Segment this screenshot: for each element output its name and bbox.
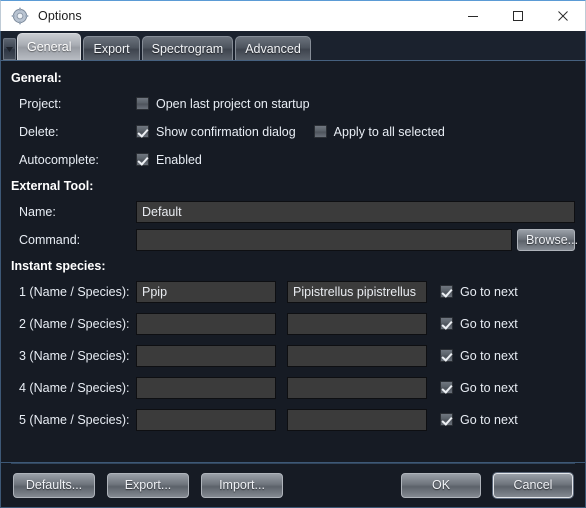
dialog-footer: Defaults... Export... Import... OK Cance… bbox=[0, 463, 586, 508]
options-dialog: Options General Export Spectrogram Advan… bbox=[0, 0, 586, 508]
tab-bar: General Export Spectrogram Advanced bbox=[0, 31, 586, 60]
species-row-2-goto-next-checkbox[interactable]: Go to next bbox=[440, 317, 518, 331]
species-row-1-goto-next-label: Go to next bbox=[460, 284, 518, 299]
species-row-2-label: 2 (Name / Species): bbox=[19, 316, 130, 331]
window-title: Options bbox=[38, 9, 82, 23]
maximize-button[interactable] bbox=[495, 0, 540, 31]
species-row-2-species-input[interactable] bbox=[287, 312, 427, 335]
cancel-button[interactable]: Cancel bbox=[493, 472, 573, 498]
species-row-4-goto-next-label: Go to next bbox=[460, 380, 518, 395]
autocomplete-enabled-checkbox[interactable]: Enabled bbox=[136, 153, 202, 167]
species-row-5-name-input[interactable] bbox=[136, 408, 276, 431]
checkbox-box bbox=[136, 97, 149, 110]
general-tab-panel: General: Project: Open last project on s… bbox=[0, 60, 586, 463]
chevron-down-icon bbox=[6, 46, 13, 52]
species-row-4-label: 4 (Name / Species): bbox=[19, 380, 130, 395]
species-row-5-goto-next-checkbox[interactable]: Go to next bbox=[440, 413, 518, 427]
browse-button[interactable]: Browse... bbox=[517, 228, 578, 251]
gear-icon bbox=[11, 7, 29, 25]
species-row-1-name-input[interactable] bbox=[136, 280, 276, 303]
tool-name-row: Name: bbox=[11, 199, 575, 224]
species-row-1-species-input[interactable] bbox=[287, 280, 427, 303]
close-button[interactable] bbox=[540, 0, 585, 31]
species-row-3-goto-next-label: Go to next bbox=[460, 348, 518, 363]
species-row-4-goto-next-checkbox[interactable]: Go to next bbox=[440, 381, 518, 395]
tool-command-label: Command: bbox=[19, 232, 81, 247]
close-icon bbox=[557, 10, 568, 21]
delete-label: Delete: bbox=[19, 124, 59, 139]
autocomplete-enabled-label: Enabled bbox=[156, 152, 202, 167]
maximize-icon bbox=[512, 10, 523, 21]
open-last-project-label: Open last project on startup bbox=[156, 96, 310, 111]
tab-spectrogram-label: Spectrogram bbox=[151, 41, 224, 56]
checkbox-box bbox=[440, 381, 453, 394]
delete-row: Delete: Show confirmation dialog Apply t… bbox=[11, 119, 575, 144]
apply-to-all-checkbox[interactable]: Apply to all selected bbox=[313, 124, 445, 139]
autocomplete-row: Autocomplete: Enabled bbox=[11, 147, 575, 172]
ok-button[interactable]: OK bbox=[401, 472, 481, 498]
checkbox-box bbox=[313, 125, 327, 138]
checkbox-box bbox=[136, 153, 149, 166]
tool-command-row: Command: Browse... bbox=[11, 227, 578, 252]
species-row-3-species-input[interactable] bbox=[287, 344, 427, 367]
species-row-1: 1 (Name / Species): Go to next bbox=[11, 279, 575, 304]
import-button[interactable]: Import... bbox=[201, 472, 283, 498]
species-row-5: 5 (Name / Species): Go to next bbox=[11, 407, 575, 432]
species-row-2-goto-next-label: Go to next bbox=[460, 316, 518, 331]
minimize-button[interactable] bbox=[450, 0, 495, 31]
species-row-1-label: 1 (Name / Species): bbox=[19, 284, 130, 299]
tab-general[interactable]: General bbox=[17, 33, 82, 60]
checkbox-box bbox=[440, 285, 453, 298]
species-row-1-goto-next-checkbox[interactable]: Go to next bbox=[440, 285, 518, 299]
instant-species-heading: Instant species: bbox=[11, 259, 106, 273]
tab-export-label: Export bbox=[93, 41, 130, 56]
general-section-heading: General: bbox=[11, 71, 62, 85]
tab-advanced-label: Advanced bbox=[245, 41, 301, 56]
checkbox-box bbox=[136, 125, 149, 138]
tab-advanced[interactable]: Advanced bbox=[235, 36, 311, 60]
show-confirmation-label: Show confirmation dialog bbox=[156, 124, 296, 139]
autocomplete-label: Autocomplete: bbox=[19, 152, 99, 167]
show-confirmation-checkbox[interactable]: Show confirmation dialog bbox=[136, 125, 296, 139]
species-row-5-species-input[interactable] bbox=[287, 408, 427, 431]
defaults-button[interactable]: Defaults... bbox=[13, 472, 95, 498]
species-row-3-goto-next-checkbox[interactable]: Go to next bbox=[440, 349, 518, 363]
species-row-5-goto-next-label: Go to next bbox=[460, 412, 518, 427]
species-row-5-label: 5 (Name / Species): bbox=[19, 412, 130, 427]
checkbox-box bbox=[440, 349, 453, 362]
titlebar: Options bbox=[0, 0, 586, 31]
external-tool-heading: External Tool: bbox=[11, 179, 94, 193]
species-row-4-species-input[interactable] bbox=[287, 376, 427, 399]
species-row-2: 2 (Name / Species): Go to next bbox=[11, 311, 575, 336]
species-row-4-name-input[interactable] bbox=[136, 376, 276, 399]
tool-command-input[interactable] bbox=[136, 228, 512, 251]
open-last-project-checkbox[interactable]: Open last project on startup bbox=[136, 97, 310, 111]
species-row-4: 4 (Name / Species): Go to next bbox=[11, 375, 575, 400]
window-controls bbox=[450, 0, 585, 32]
species-row-3: 3 (Name / Species): Go to next bbox=[11, 343, 575, 368]
tab-spectrogram[interactable]: Spectrogram bbox=[141, 36, 234, 60]
tab-export[interactable]: Export bbox=[83, 36, 140, 60]
tab-general-label: General bbox=[27, 40, 72, 54]
project-row: Project: Open last project on startup bbox=[11, 91, 575, 116]
minimize-icon bbox=[467, 15, 478, 17]
species-row-3-label: 3 (Name / Species): bbox=[19, 348, 130, 363]
apply-to-all-label: Apply to all selected bbox=[333, 124, 445, 139]
project-label: Project: bbox=[19, 96, 62, 111]
tab-scroll-button[interactable] bbox=[3, 38, 16, 60]
species-row-3-name-input[interactable] bbox=[136, 344, 276, 367]
species-row-2-name-input[interactable] bbox=[136, 312, 276, 335]
tool-name-input[interactable] bbox=[136, 200, 575, 223]
checkbox-box bbox=[440, 317, 453, 330]
export-button[interactable]: Export... bbox=[107, 472, 189, 498]
checkbox-box bbox=[440, 413, 453, 426]
tool-name-label: Name: bbox=[19, 204, 56, 219]
